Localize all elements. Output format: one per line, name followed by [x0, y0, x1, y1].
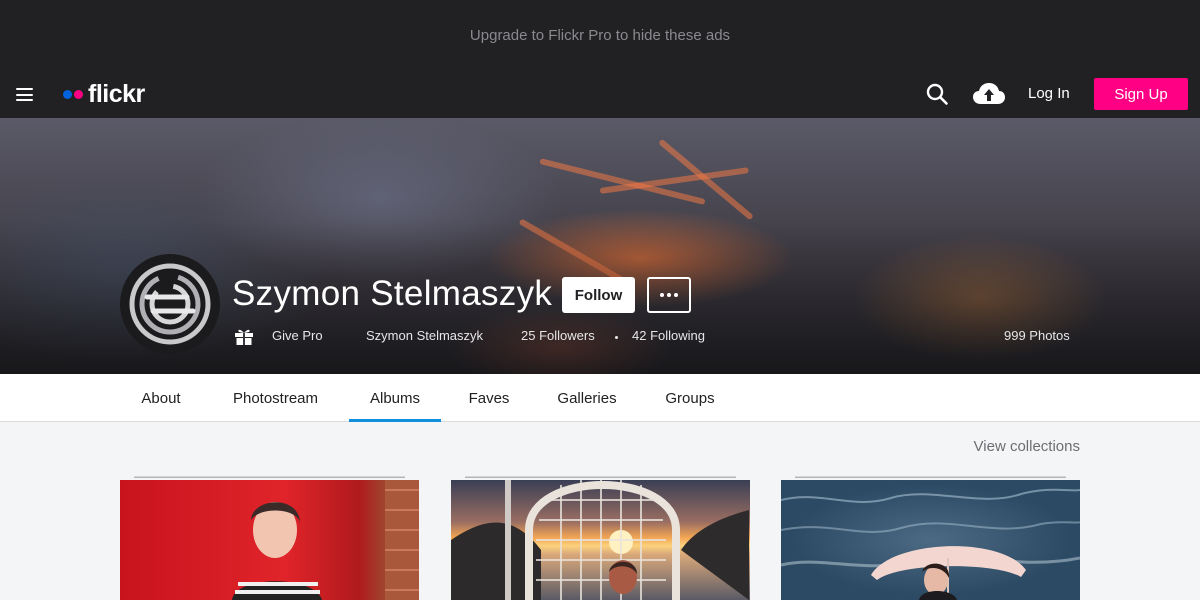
- tab-groups[interactable]: Groups: [645, 374, 735, 422]
- profile-name: Szymon Stelmaszyk: [232, 274, 553, 313]
- menu-icon[interactable]: [16, 88, 33, 101]
- profile-tabs: About Photostream Albums Faves Galleries…: [0, 374, 1200, 422]
- album-stack-edge: [134, 476, 405, 478]
- upgrade-ad-banner[interactable]: Upgrade to Flickr Pro to hide these ads: [0, 0, 1200, 70]
- tab-galleries[interactable]: Galleries: [538, 374, 636, 422]
- flickr-logo[interactable]: flickr: [63, 80, 145, 108]
- ellipsis-icon: [660, 293, 664, 297]
- album-cover-image: [232, 480, 419, 600]
- album-card[interactable]: [781, 476, 1080, 600]
- give-pro-link[interactable]: Give Pro: [272, 328, 323, 343]
- album-card[interactable]: [120, 476, 419, 600]
- more-options-button[interactable]: [647, 277, 691, 313]
- upgrade-ad-text[interactable]: Upgrade to Flickr Pro to hide these ads: [470, 27, 730, 44]
- view-collections-link[interactable]: View collections: [974, 438, 1080, 455]
- photo-count: 999 Photos: [1004, 328, 1070, 343]
- following-link[interactable]: 42 Following: [632, 328, 705, 343]
- login-link[interactable]: Log In: [1028, 85, 1070, 102]
- logo-pink-dot: [74, 89, 83, 99]
- cloud-upload-icon[interactable]: [972, 80, 1006, 108]
- meta-separator-dot: [615, 336, 618, 339]
- top-navigation: flickr Log In Sign Up: [0, 70, 1200, 118]
- album-stack-edge: [795, 476, 1066, 478]
- followers-link[interactable]: 25 Followers: [521, 328, 595, 343]
- signup-button[interactable]: Sign Up: [1094, 78, 1188, 110]
- gift-icon[interactable]: [234, 326, 254, 346]
- album-cover-image: [781, 488, 1080, 600]
- maze-logo-icon: [129, 263, 211, 345]
- logo-wordmark: flickr: [88, 79, 145, 108]
- logo-blue-dot: [63, 89, 72, 99]
- profile-username: Szymon Stelmaszyk: [366, 328, 484, 343]
- album-cover-photo[interactable]: [781, 480, 1080, 600]
- search-icon[interactable]: [925, 82, 949, 106]
- tab-about[interactable]: About: [120, 374, 202, 422]
- album-cover-photo[interactable]: [120, 480, 419, 600]
- tab-albums[interactable]: Albums: [349, 374, 441, 422]
- tab-faves[interactable]: Faves: [449, 374, 529, 422]
- album-cover-photo[interactable]: [451, 480, 750, 600]
- avatar[interactable]: [120, 254, 220, 354]
- tab-photostream[interactable]: Photostream: [210, 374, 341, 422]
- album-cover-image: [451, 480, 749, 600]
- follow-button[interactable]: Follow: [562, 277, 635, 313]
- album-card[interactable]: [451, 476, 750, 600]
- album-stack-edge: [465, 476, 736, 478]
